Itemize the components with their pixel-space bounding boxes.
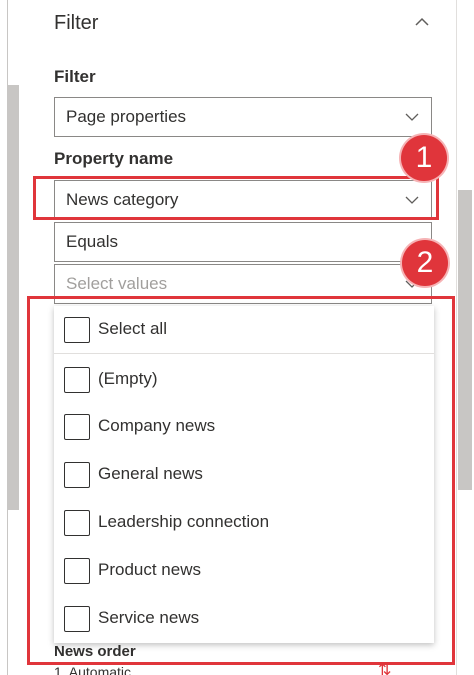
callout-highlight-2: [27, 296, 455, 665]
callout-badge-1: 1: [401, 135, 447, 181]
property-name-label: Property name: [54, 149, 174, 168]
scrollbar-left[interactable]: [7, 85, 19, 510]
filter-label: Filter: [54, 67, 96, 86]
chevron-up-icon[interactable]: [412, 12, 432, 32]
filter-dropdown[interactable]: Page properties: [54, 97, 432, 137]
operator-dropdown[interactable]: Equals: [54, 222, 432, 262]
filter-dropdown-value: Page properties: [66, 107, 187, 126]
scrollbar-thumb-right[interactable]: [458, 190, 472, 490]
callout-badge-2: 2: [402, 240, 448, 286]
values-placeholder: Select values: [66, 274, 168, 293]
news-order-item[interactable]: 1. Automatic: [54, 664, 131, 675]
chevron-down-icon: [405, 113, 419, 121]
section-title: Filter: [54, 12, 99, 34]
operator-value: Equals: [66, 232, 118, 251]
callout-highlight-1: [33, 176, 439, 220]
